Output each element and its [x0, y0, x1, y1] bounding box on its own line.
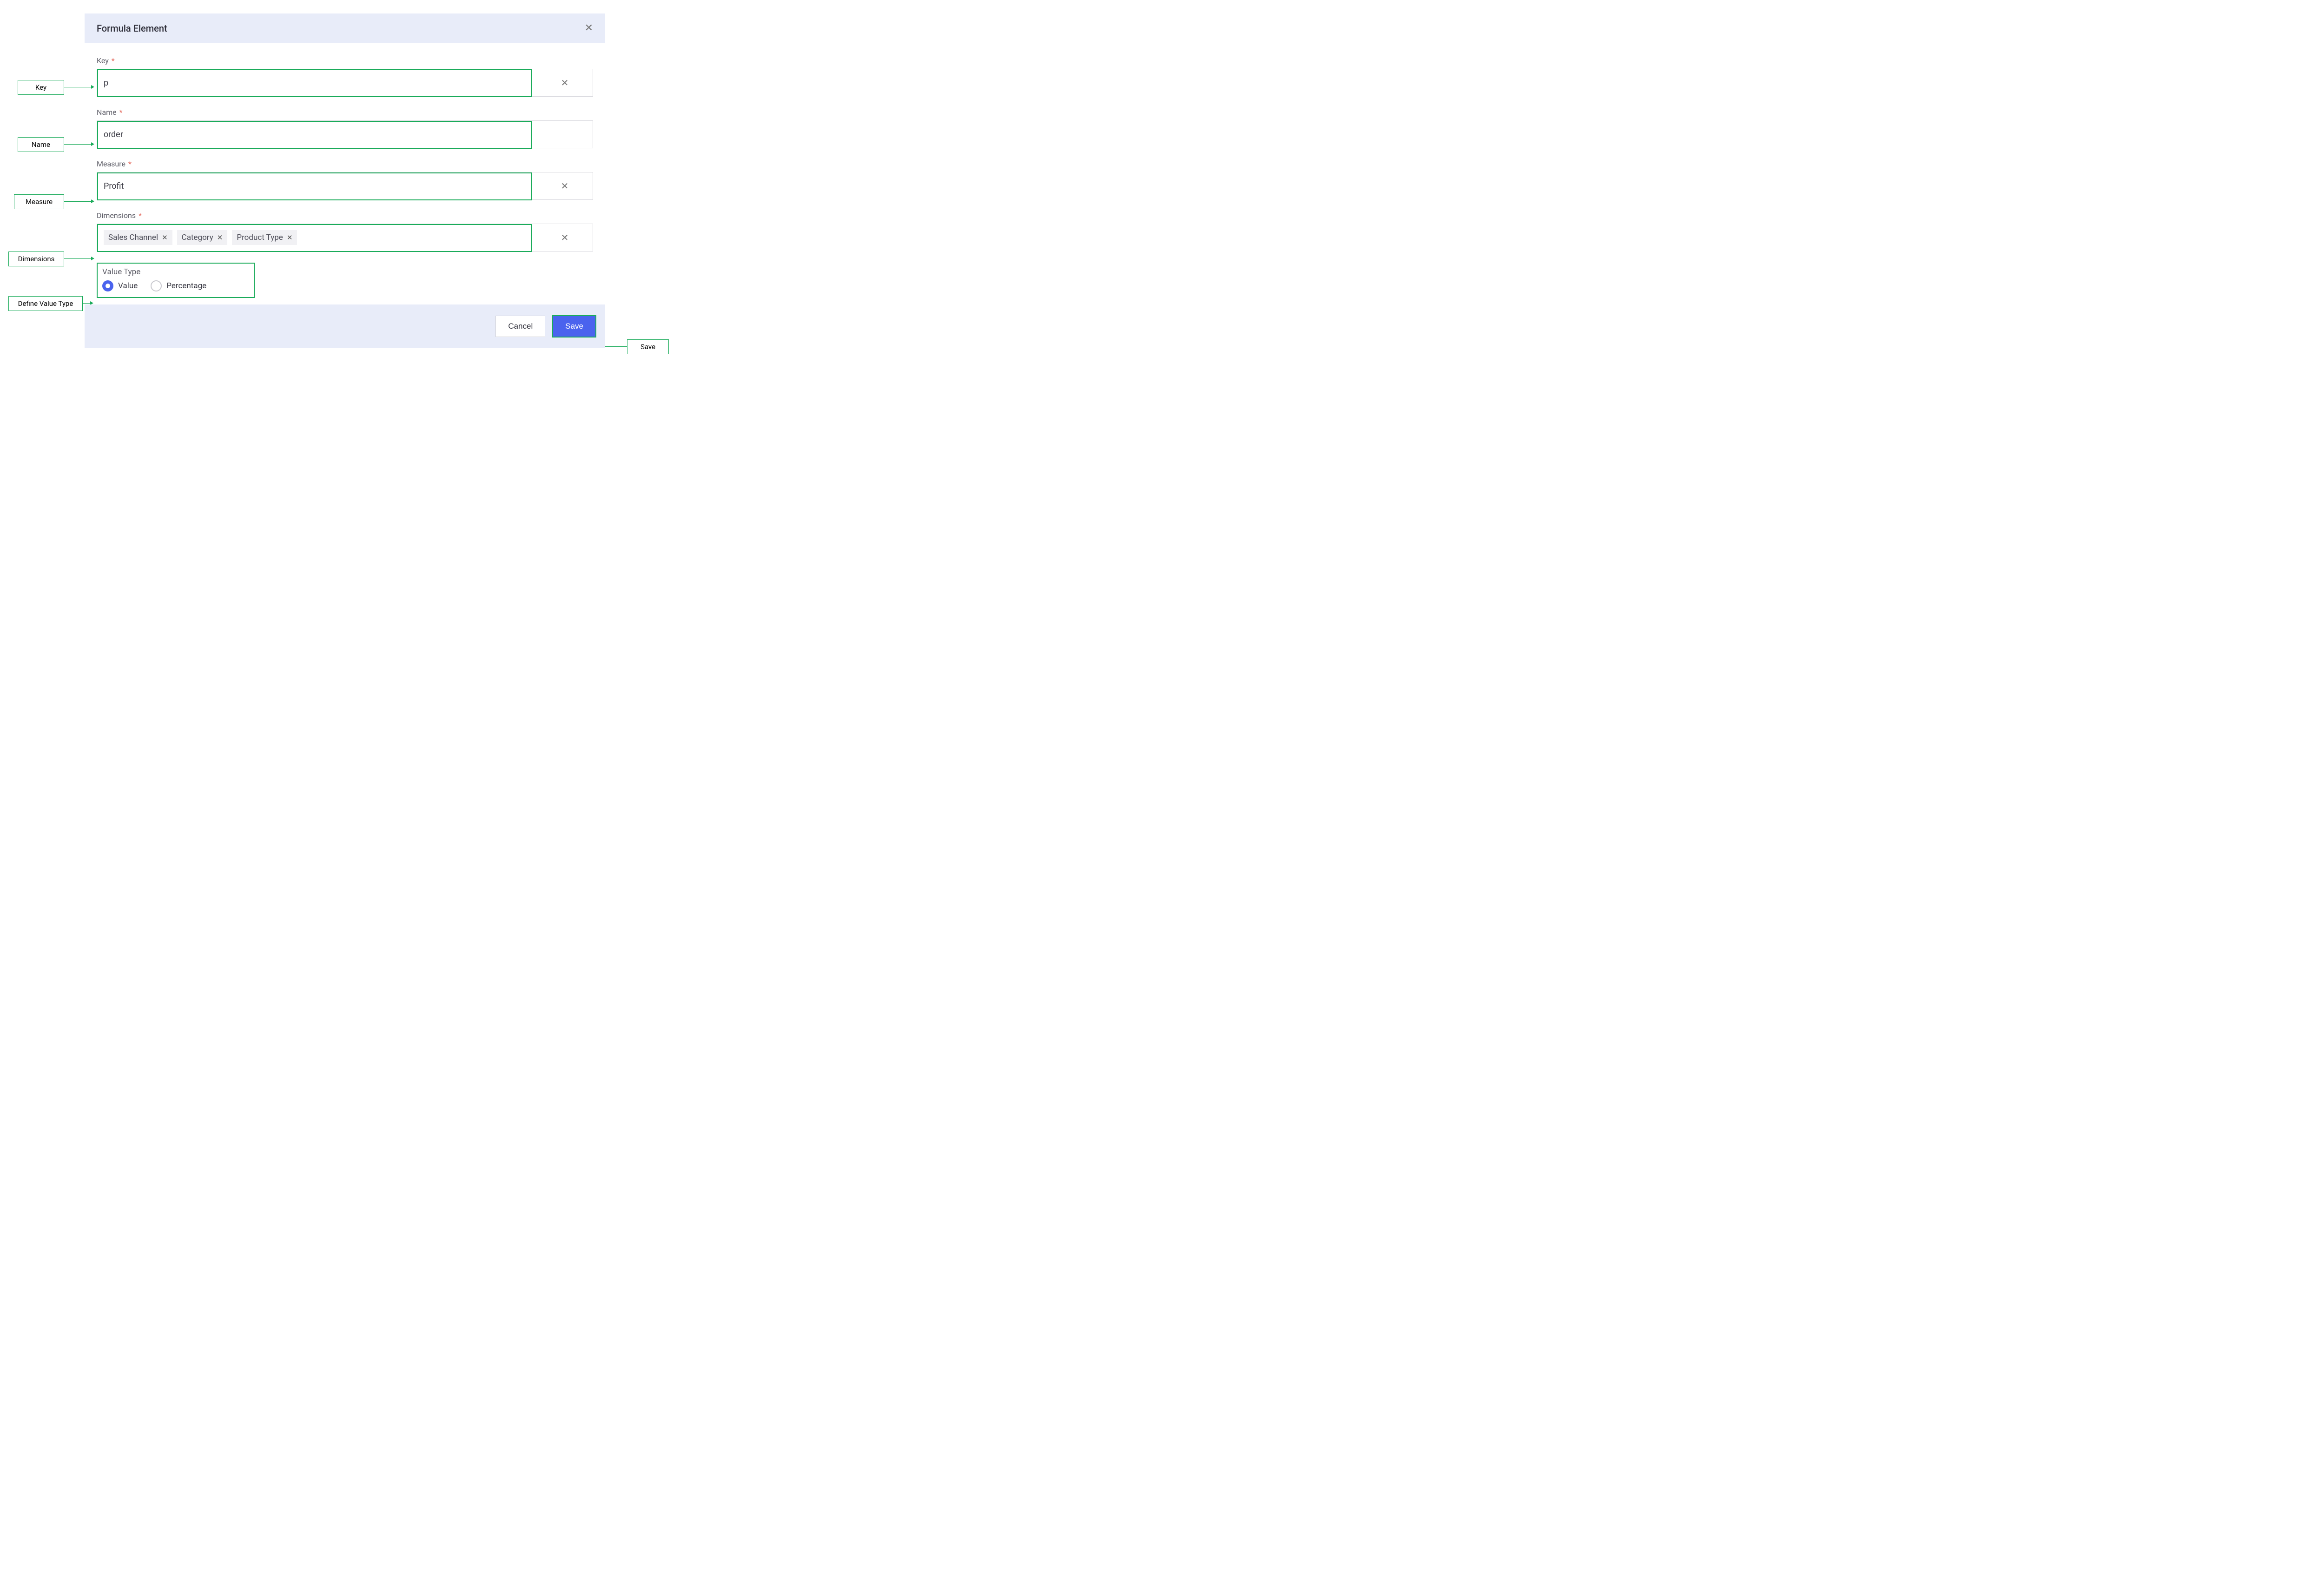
radio-label: Percentage	[166, 281, 206, 291]
name-input[interactable]	[104, 130, 586, 139]
dialog-title: Formula Element	[97, 23, 167, 34]
name-field-row	[97, 120, 593, 148]
key-field-row: ✕	[97, 69, 593, 97]
measure-display[interactable]: Profit	[97, 172, 537, 199]
value-type-group: Value Type Value Percentage	[97, 263, 255, 298]
chip-remove-icon[interactable]: ✕	[287, 233, 293, 242]
callout-measure: Measure	[14, 194, 64, 209]
name-label: Name *	[97, 108, 593, 117]
callout-name: Name	[18, 137, 64, 152]
save-button-label: Save	[565, 322, 583, 331]
close-icon[interactable]: ✕	[585, 23, 593, 33]
dimensions-chips-wrapper[interactable]: Sales Channel ✕ Category ✕ Product Type …	[97, 224, 537, 251]
value-type-label: Value Type	[102, 267, 249, 277]
chip-label: Sales Channel	[108, 233, 158, 242]
dimension-chip: Product Type ✕	[232, 230, 297, 245]
chip-remove-icon[interactable]: ✕	[162, 233, 168, 242]
chip-remove-icon[interactable]: ✕	[217, 233, 223, 242]
save-button[interactable]: Save	[553, 316, 596, 337]
measure-value: Profit	[104, 181, 124, 191]
callout-value-type: Define Value Type	[8, 296, 83, 311]
dimensions-label: Dimensions *	[97, 211, 593, 220]
callout-dimensions: Dimensions	[8, 251, 64, 266]
radio-label: Value	[118, 281, 138, 291]
radio-unselected-icon	[151, 280, 162, 291]
chip-label: Category	[182, 233, 213, 242]
dialog-header: Formula Element ✕	[85, 13, 605, 43]
key-label: Key *	[97, 56, 593, 65]
key-input-wrapper	[97, 69, 537, 96]
measure-field-row: Profit ✕	[97, 172, 593, 200]
radio-percentage[interactable]: Percentage	[151, 280, 206, 291]
callout-save: Save	[627, 339, 669, 354]
measure-label: Measure *	[97, 159, 593, 168]
radio-value[interactable]: Value	[102, 280, 138, 291]
dimensions-chips: Sales Channel ✕ Category ✕ Product Type …	[104, 230, 297, 245]
radio-selected-icon	[102, 280, 113, 291]
dimensions-field-row: Sales Channel ✕ Category ✕ Product Type …	[97, 224, 593, 251]
formula-element-dialog: Formula Element ✕ Key * ✕ Name *	[85, 13, 605, 348]
cancel-button[interactable]: Cancel	[495, 316, 545, 337]
dimension-chip: Sales Channel ✕	[104, 230, 172, 245]
callout-key: Key	[18, 80, 64, 95]
name-input-wrapper	[97, 121, 593, 148]
chip-label: Product Type	[237, 233, 283, 242]
dimension-chip: Category ✕	[177, 230, 228, 245]
dialog-body: Key * ✕ Name * Measure * Profit	[85, 43, 605, 304]
dimensions-clear-icon[interactable]: ✕	[537, 224, 593, 251]
measure-clear-icon[interactable]: ✕	[537, 172, 593, 199]
dialog-footer: Cancel Save	[85, 304, 605, 348]
key-clear-icon[interactable]: ✕	[537, 69, 593, 96]
key-input[interactable]	[104, 78, 530, 88]
value-type-radios: Value Percentage	[102, 280, 249, 291]
